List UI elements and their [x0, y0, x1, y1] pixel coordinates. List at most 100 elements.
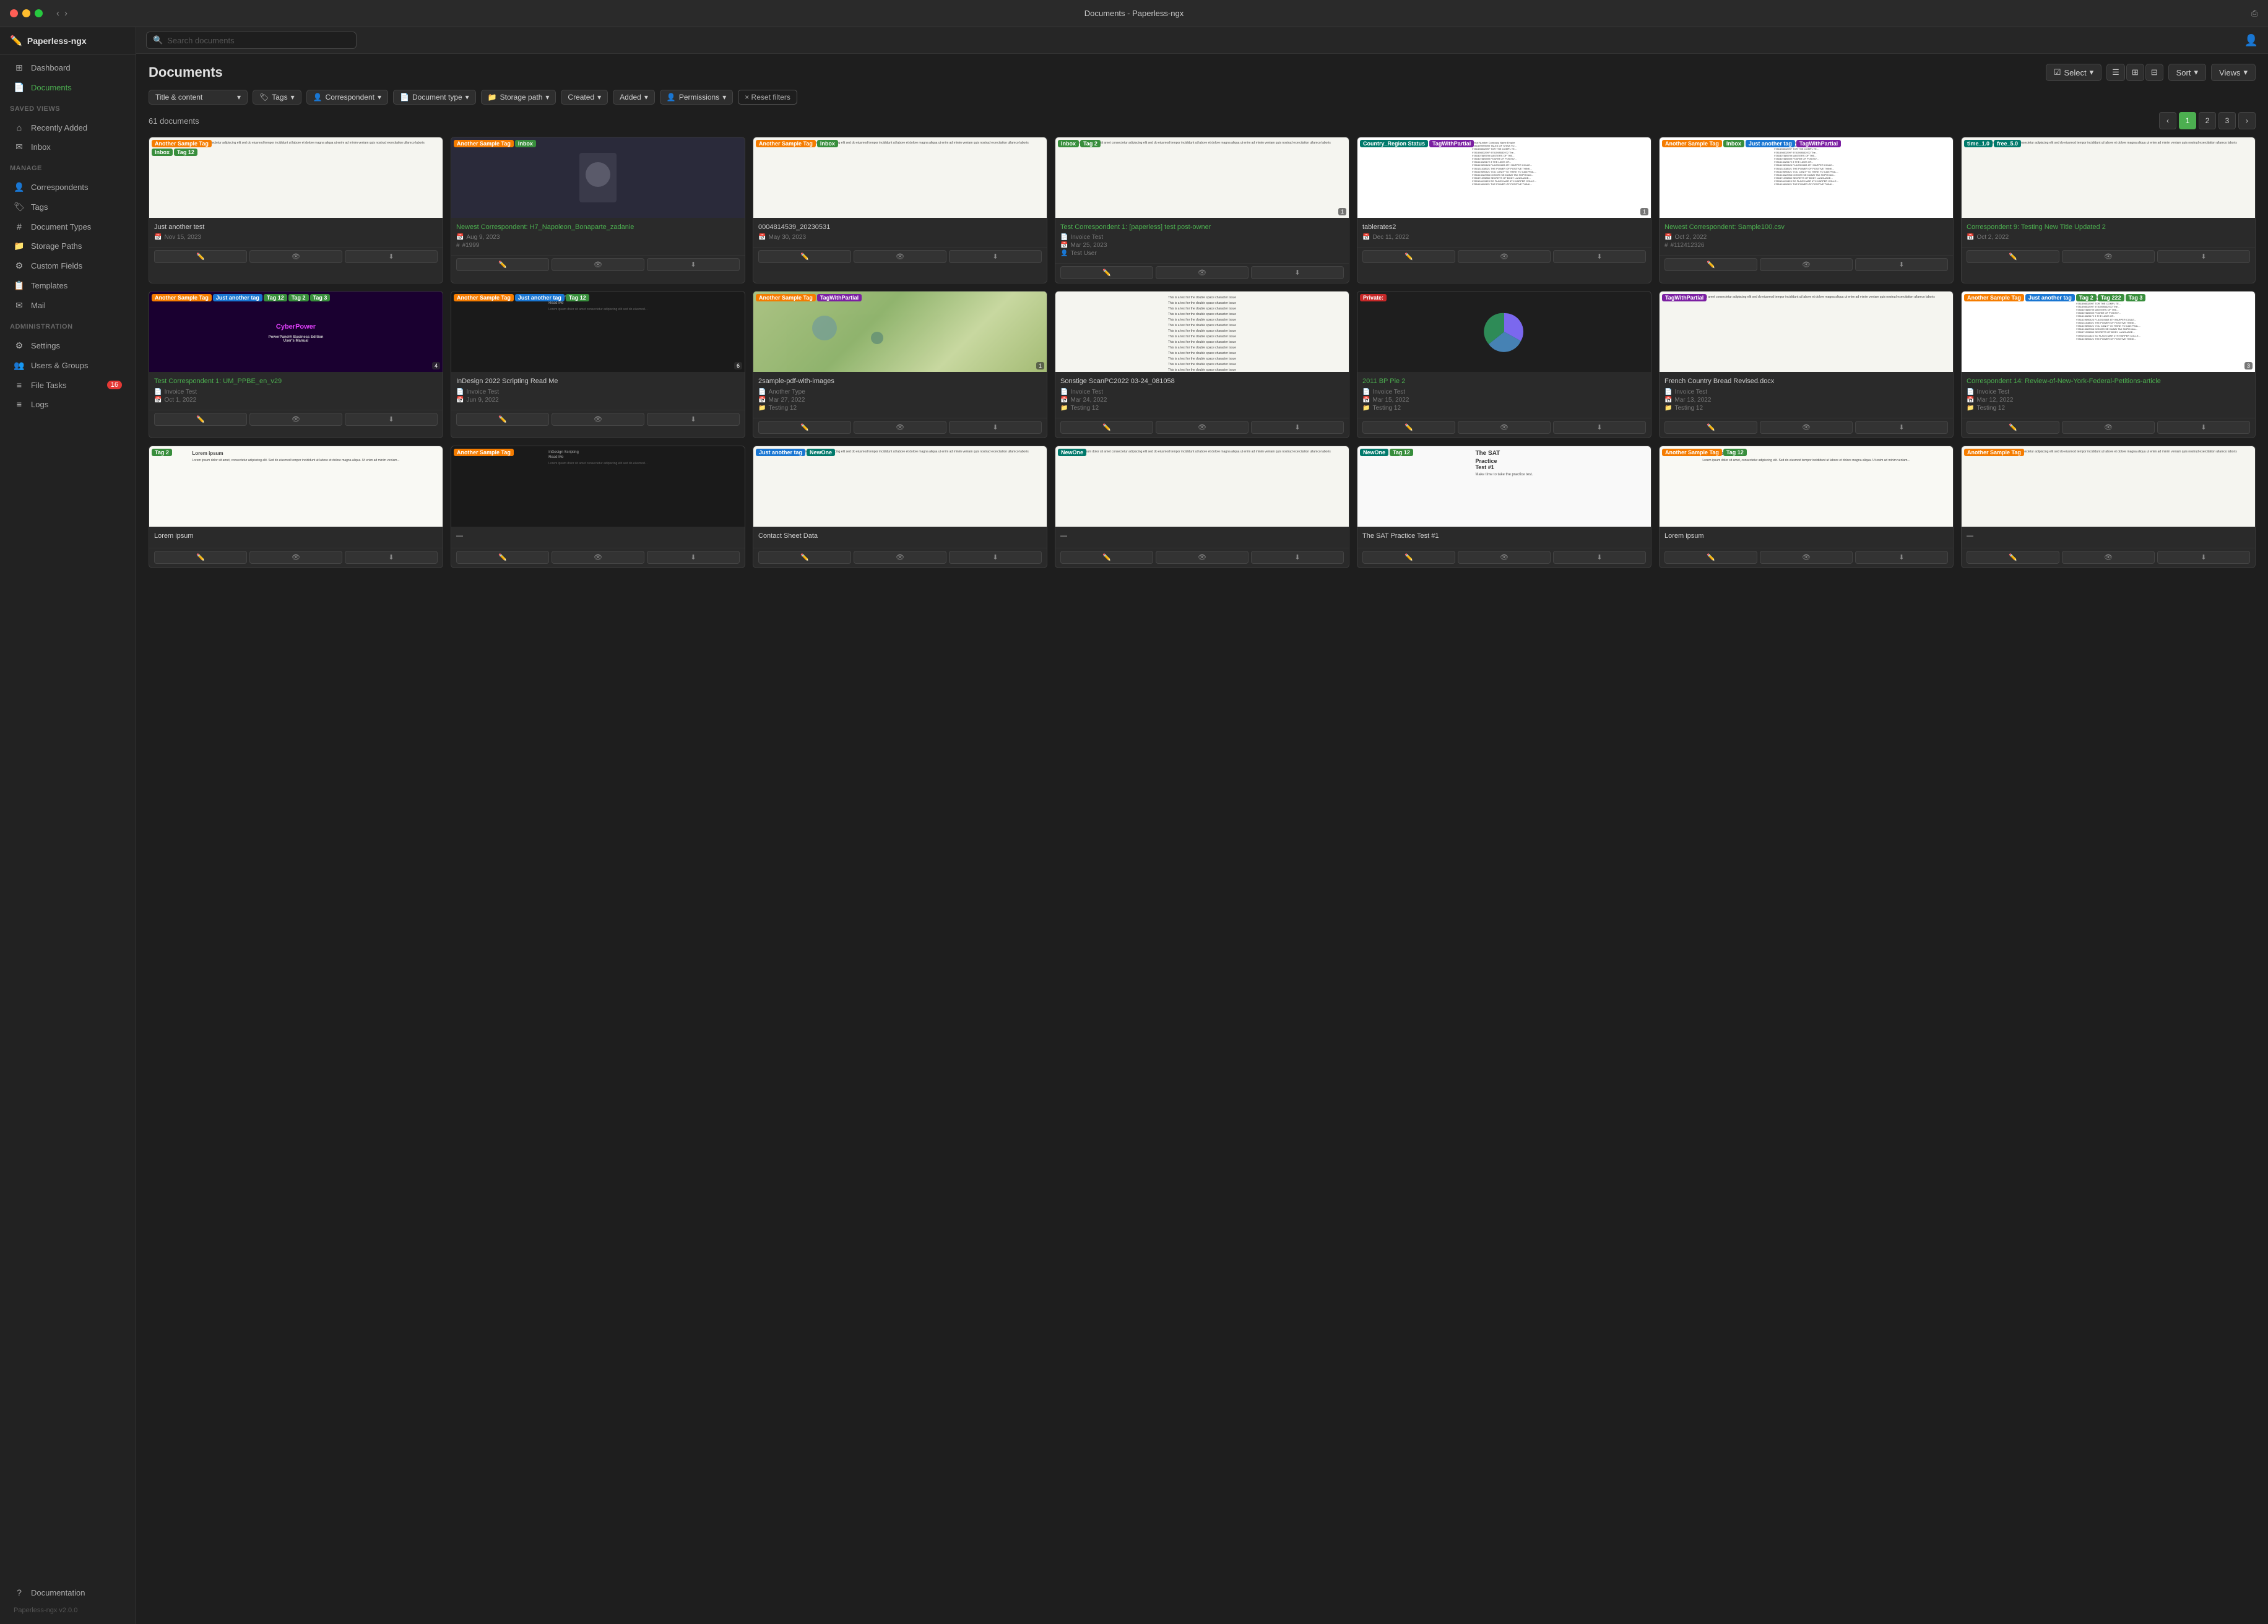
preview-doc-button[interactable]: 👁 — [1156, 421, 1249, 434]
doc-card-7[interactable]: Lorem ipsum dolor sit amet consectetur a… — [1961, 137, 2256, 283]
forward-button[interactable]: › — [64, 8, 67, 19]
doc-title[interactable]: — — [456, 532, 740, 540]
doc-card-18[interactable]: Lorem ipsum dolor sit amet consectetur a… — [1055, 446, 1349, 568]
sidebar-item-custom-fields[interactable]: ⚙ Custom Fields — [4, 256, 132, 275]
preview-doc-button[interactable]: 👁 — [1458, 551, 1551, 564]
download-doc-button[interactable]: ⬇ — [647, 413, 740, 426]
edit-doc-button[interactable]: ✏️ — [154, 413, 247, 426]
share-button[interactable]: ⎙ — [2251, 8, 2258, 19]
doc-card-19[interactable]: The SAT Practice Test #1 Make time to ta… — [1357, 446, 1651, 568]
preview-doc-button[interactable]: 👁 — [249, 551, 342, 564]
doc-title[interactable]: 2sample-pdf-with-images — [758, 377, 1042, 386]
sidebar-item-inbox[interactable]: ✉ Inbox — [4, 137, 132, 157]
doc-title[interactable]: Sonstige ScanPC2022 03-24_081058 — [1060, 377, 1344, 386]
view-detail-button[interactable]: ⊟ — [2145, 64, 2163, 81]
minimize-button[interactable] — [22, 9, 30, 17]
search-input[interactable] — [167, 36, 350, 45]
permissions-filter-button[interactable]: 👤 Permissions ▾ — [660, 90, 733, 105]
doc-title[interactable]: The SAT Practice Test #1 — [1362, 532, 1646, 540]
edit-doc-button[interactable]: ✏️ — [456, 551, 549, 564]
doc-card-4[interactable]: Lorem ipsum dolor sit amet consectetur a… — [1055, 137, 1349, 283]
preview-doc-button[interactable]: 👁 — [552, 551, 644, 564]
download-doc-button[interactable]: ⬇ — [647, 258, 740, 271]
sidebar-item-documentation[interactable]: ? Documentation — [4, 1583, 132, 1602]
sidebar-item-mail[interactable]: ✉ Mail — [4, 296, 132, 315]
download-doc-button[interactable]: ⬇ — [949, 421, 1042, 434]
maximize-button[interactable] — [35, 9, 43, 17]
search-box[interactable]: 🔍 — [146, 32, 357, 49]
back-button[interactable]: ‹ — [56, 8, 59, 19]
edit-doc-button[interactable]: ✏️ — [758, 421, 851, 434]
download-doc-button[interactable]: ⬇ — [1553, 551, 1646, 564]
preview-doc-button[interactable]: 👁 — [2062, 250, 2155, 263]
preview-doc-button[interactable]: 👁 — [1760, 421, 1853, 434]
sidebar-item-tags[interactable]: 🏷 Tags — [4, 197, 132, 217]
traffic-lights[interactable] — [10, 9, 43, 17]
edit-doc-button[interactable]: ✏️ — [1967, 250, 2059, 263]
download-doc-button[interactable]: ⬇ — [949, 551, 1042, 564]
preview-doc-button[interactable]: 👁 — [854, 250, 946, 263]
edit-doc-button[interactable]: ✏️ — [1060, 421, 1153, 434]
doc-card-16[interactable]: InDesign ScriptingRead Me Lorem ipsum do… — [451, 446, 745, 568]
correspondent-filter-button[interactable]: 👤 Correspondent ▾ — [306, 90, 388, 105]
edit-doc-button[interactable]: ✏️ — [758, 250, 851, 263]
sidebar-item-dashboard[interactable]: ⊞ Dashboard — [4, 58, 132, 77]
download-doc-button[interactable]: ⬇ — [647, 551, 740, 564]
doc-title[interactable]: 2011 BP Pie 2 — [1362, 377, 1646, 386]
download-doc-button[interactable]: ⬇ — [1251, 266, 1344, 279]
next-page-button[interactable]: › — [2238, 112, 2256, 129]
doc-card-17[interactable]: Lorem ipsum dolor sit amet consectetur a… — [753, 446, 1047, 568]
doc-title[interactable]: — — [1967, 532, 2250, 540]
preview-doc-button[interactable]: 👁 — [1156, 551, 1249, 564]
doc-title[interactable]: Correspondent 9: Testing New Title Updat… — [1967, 223, 2250, 231]
doc-title[interactable]: Just another test — [154, 223, 438, 231]
edit-doc-button[interactable]: ✏️ — [154, 551, 247, 564]
doc-title[interactable]: Lorem ipsum — [154, 532, 438, 540]
doc-card-9[interactable]: InDesign ScriptingRead Me Lorem ipsum do… — [451, 291, 745, 438]
download-doc-button[interactable]: ⬇ — [1251, 421, 1344, 434]
preview-doc-button[interactable]: 👁 — [249, 250, 342, 263]
doc-title[interactable]: tablerates2 — [1362, 223, 1646, 231]
preview-doc-button[interactable]: 👁 — [552, 258, 644, 271]
download-doc-button[interactable]: ⬇ — [2157, 421, 2250, 434]
edit-doc-button[interactable]: ✏️ — [1967, 421, 2059, 434]
doc-card-15[interactable]: Lorem ipsum Lorem ipsum dolor sit amet, … — [149, 446, 443, 568]
sidebar-item-storage-paths[interactable]: 📁 Storage Paths — [4, 236, 132, 256]
doc-card-11[interactable]: This is a test for the double space char… — [1055, 291, 1349, 438]
doc-card-21[interactable]: Lorem ipsum dolor sit amet consectetur a… — [1961, 446, 2256, 568]
page-1-button[interactable]: 1 — [2179, 112, 2196, 129]
doc-card-14[interactable]: Serial Number Company Name Empire9781599… — [1961, 291, 2256, 438]
download-doc-button[interactable]: ⬇ — [2157, 250, 2250, 263]
edit-doc-button[interactable]: ✏️ — [456, 258, 549, 271]
download-doc-button[interactable]: ⬇ — [2157, 551, 2250, 564]
storage-path-filter-button[interactable]: 📁 Storage path ▾ — [481, 90, 556, 105]
doc-title[interactable]: Contact Sheet Data — [758, 532, 1042, 540]
doc-card-3[interactable]: Lorem ipsum dolor sit amet consectetur a… — [753, 137, 1047, 283]
added-filter-button[interactable]: Added ▾ — [613, 90, 655, 105]
doc-title[interactable]: InDesign 2022 Scripting Read Me — [456, 377, 740, 386]
doc-card-12[interactable]: Private: 2011 BP Pie 2 📄Invoice Test📅Mar… — [1357, 291, 1651, 438]
doc-title[interactable]: Lorem ipsum — [1664, 532, 1948, 540]
edit-doc-button[interactable]: ✏️ — [456, 413, 549, 426]
view-list-button[interactable]: ☰ — [2106, 64, 2125, 81]
edit-doc-button[interactable]: ✏️ — [1362, 250, 1455, 263]
download-doc-button[interactable]: ⬇ — [1553, 250, 1646, 263]
doc-title[interactable]: Correspondent 14: Review-of-New-York-Fed… — [1967, 377, 2250, 386]
download-doc-button[interactable]: ⬇ — [345, 250, 438, 263]
sidebar-item-correspondents[interactable]: 👤 Correspondents — [4, 178, 132, 197]
page-2-button[interactable]: 2 — [2199, 112, 2216, 129]
edit-doc-button[interactable]: ✏️ — [154, 250, 247, 263]
doc-card-8[interactable]: CyberPower PowerPanel® Business EditionU… — [149, 291, 443, 438]
title-content-filter[interactable]: Title & content ▾ — [149, 90, 248, 105]
edit-doc-button[interactable]: ✏️ — [1060, 266, 1153, 279]
doc-card-10[interactable]: Another Sample TagTagWithPartial 1 2samp… — [753, 291, 1047, 438]
edit-doc-button[interactable]: ✏️ — [1664, 421, 1757, 434]
prev-page-button[interactable]: ‹ — [2159, 112, 2176, 129]
doc-title[interactable]: Test Correspondent 1: [paperless] test p… — [1060, 223, 1344, 231]
sidebar-item-documents[interactable]: 📄 Documents — [4, 78, 132, 97]
sidebar-item-templates[interactable]: 📋 Templates — [4, 276, 132, 295]
user-avatar[interactable]: 👤 — [2244, 34, 2258, 47]
preview-doc-button[interactable]: 👁 — [1760, 551, 1853, 564]
preview-doc-button[interactable]: 👁 — [249, 413, 342, 426]
select-button[interactable]: ☑ Select ▾ — [2046, 64, 2101, 81]
